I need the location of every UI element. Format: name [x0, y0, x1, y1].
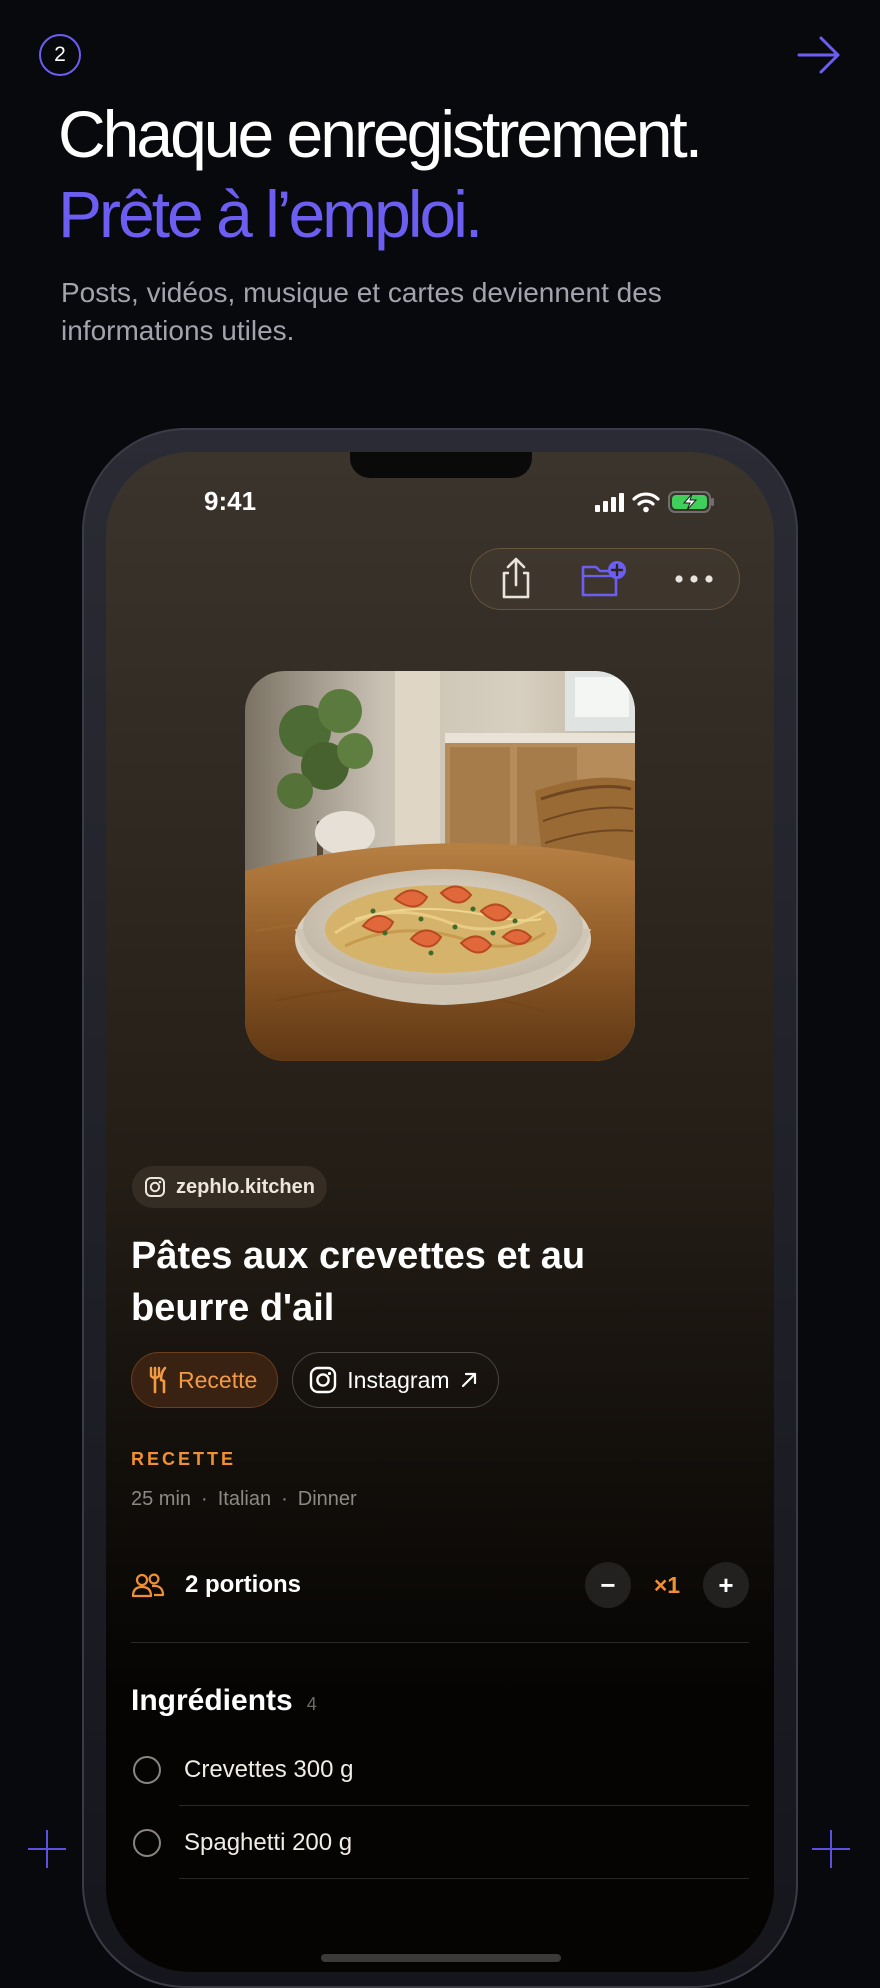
portions-stepper: − ×1 +	[585, 1562, 749, 1608]
more-button[interactable]	[664, 555, 724, 603]
recipe-tag[interactable]: Recette	[131, 1352, 279, 1408]
recipe-tag-label: Recette	[178, 1366, 258, 1393]
signal-icon	[595, 492, 624, 512]
source-chip[interactable]: zephlo.kitchen	[132, 1166, 327, 1208]
recipe-meta: 25 min · Italian · Dinner	[131, 1488, 357, 1511]
headline-line-2: Prête à l’emploi.	[58, 177, 483, 251]
instagram-icon	[145, 1177, 165, 1197]
ingredient-item[interactable]: Spaghetti 200 g	[131, 1813, 749, 1873]
ingredients-count: 4	[306, 1694, 317, 1714]
phone-screen: 9:41 zephlo.kitchen Pâtes aux crevettes …	[106, 452, 774, 1972]
step-indicator: 2	[39, 34, 81, 76]
meta-time: 25 min	[131, 1488, 192, 1510]
battery-charging-icon	[668, 491, 714, 513]
people-icon	[131, 1573, 165, 1598]
fork-knife-icon	[149, 1366, 167, 1394]
portions-row: 2 portions − ×1 +	[131, 1552, 749, 1618]
section-label: RECETTE	[131, 1449, 237, 1469]
page-headline: Chaque enregistrement. Prête à l’emploi.	[58, 94, 703, 254]
headline-line-1: Chaque enregistrement.	[58, 97, 703, 171]
tag-row: Recette Instagram	[131, 1352, 499, 1408]
arrow-right-icon[interactable]	[796, 32, 842, 78]
action-toolbar	[470, 548, 740, 610]
plus-decoration-icon	[812, 1830, 850, 1868]
external-link-icon	[461, 1372, 476, 1388]
instagram-link[interactable]: Instagram	[292, 1352, 499, 1408]
meta-separator: ·	[201, 1488, 208, 1510]
ingredient-item[interactable]: Crevettes 300 g	[131, 1740, 749, 1800]
source-handle: zephlo.kitchen	[176, 1175, 315, 1198]
share-icon	[502, 557, 529, 599]
divider	[179, 1878, 749, 1879]
divider	[179, 1805, 749, 1806]
checkbox[interactable]	[133, 1756, 161, 1784]
meta-cuisine: Italian	[217, 1488, 272, 1510]
decrement-button[interactable]: −	[585, 1562, 631, 1608]
home-indicator	[321, 1954, 561, 1962]
notch	[350, 452, 532, 478]
wifi-icon	[632, 492, 660, 513]
share-button[interactable]	[486, 555, 546, 603]
divider	[131, 1642, 749, 1643]
ingredient-label: Spaghetti 200 g	[184, 1829, 353, 1856]
ingredient-label: Crevettes 300 g	[184, 1756, 354, 1783]
recipe-title: Pâtes aux crevettes et au beurre d'ail	[131, 1235, 586, 1329]
increment-button[interactable]: +	[703, 1562, 749, 1608]
meta-meal: Dinner	[297, 1488, 357, 1510]
ingredients-title: Ingrédients	[131, 1684, 293, 1717]
recipe-image	[245, 671, 635, 1061]
checkbox[interactable]	[133, 1829, 161, 1857]
instagram-icon	[310, 1366, 337, 1394]
instagram-link-label: Instagram	[347, 1366, 450, 1393]
add-to-folder-button[interactable]	[575, 555, 635, 603]
status-icons	[595, 490, 716, 514]
ingredients-heading: Ingrédients 4	[131, 1684, 317, 1718]
add-to-folder-icon	[581, 561, 626, 597]
more-icon	[675, 575, 713, 583]
status-time: 9:41	[204, 486, 257, 516]
meta-separator: ·	[281, 1488, 288, 1510]
plus-decoration-icon	[28, 1830, 66, 1868]
portions-multiplier: ×1	[653, 1571, 681, 1598]
portions-label: 2 portions	[185, 1571, 302, 1598]
page-subtitle: Posts, vidéos, musique et cartes devienn…	[61, 277, 662, 346]
